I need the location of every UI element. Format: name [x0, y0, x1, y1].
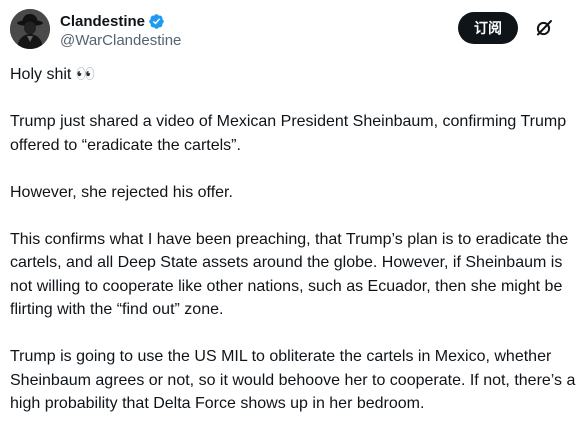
author-handle[interactable]: @WarClandestine	[60, 32, 181, 49]
tweet-paragraph: Trump is going to use the US MIL to obli…	[10, 348, 576, 412]
display-name-row: Clandestine	[60, 11, 181, 31]
verified-badge-icon[interactable]	[148, 13, 165, 30]
display-name[interactable]: Clandestine	[60, 13, 145, 30]
tweet-header: Clandestine @WarClandestine 订阅	[10, 8, 574, 52]
avatar-silhouette-icon	[10, 9, 50, 49]
author-names: Clandestine @WarClandestine	[60, 11, 181, 50]
subscribe-button[interactable]: 订阅	[458, 12, 518, 44]
tweet-paragraph: This confirms what I have been preaching…	[10, 230, 569, 319]
tweet-paragraph: Holy shit 👀	[10, 66, 96, 83]
tweet-text: Holy shit 👀 Trump just shared a video of…	[10, 63, 578, 416]
tweet: Clandestine @WarClandestine 订阅 Holy shit…	[0, 0, 586, 447]
tweet-paragraph: Trump just shared a video of Mexican Pre…	[10, 113, 567, 154]
avatar[interactable]	[10, 9, 50, 49]
grok-icon[interactable]	[534, 18, 554, 38]
tweet-paragraph: However, she rejected his offer.	[10, 183, 233, 201]
